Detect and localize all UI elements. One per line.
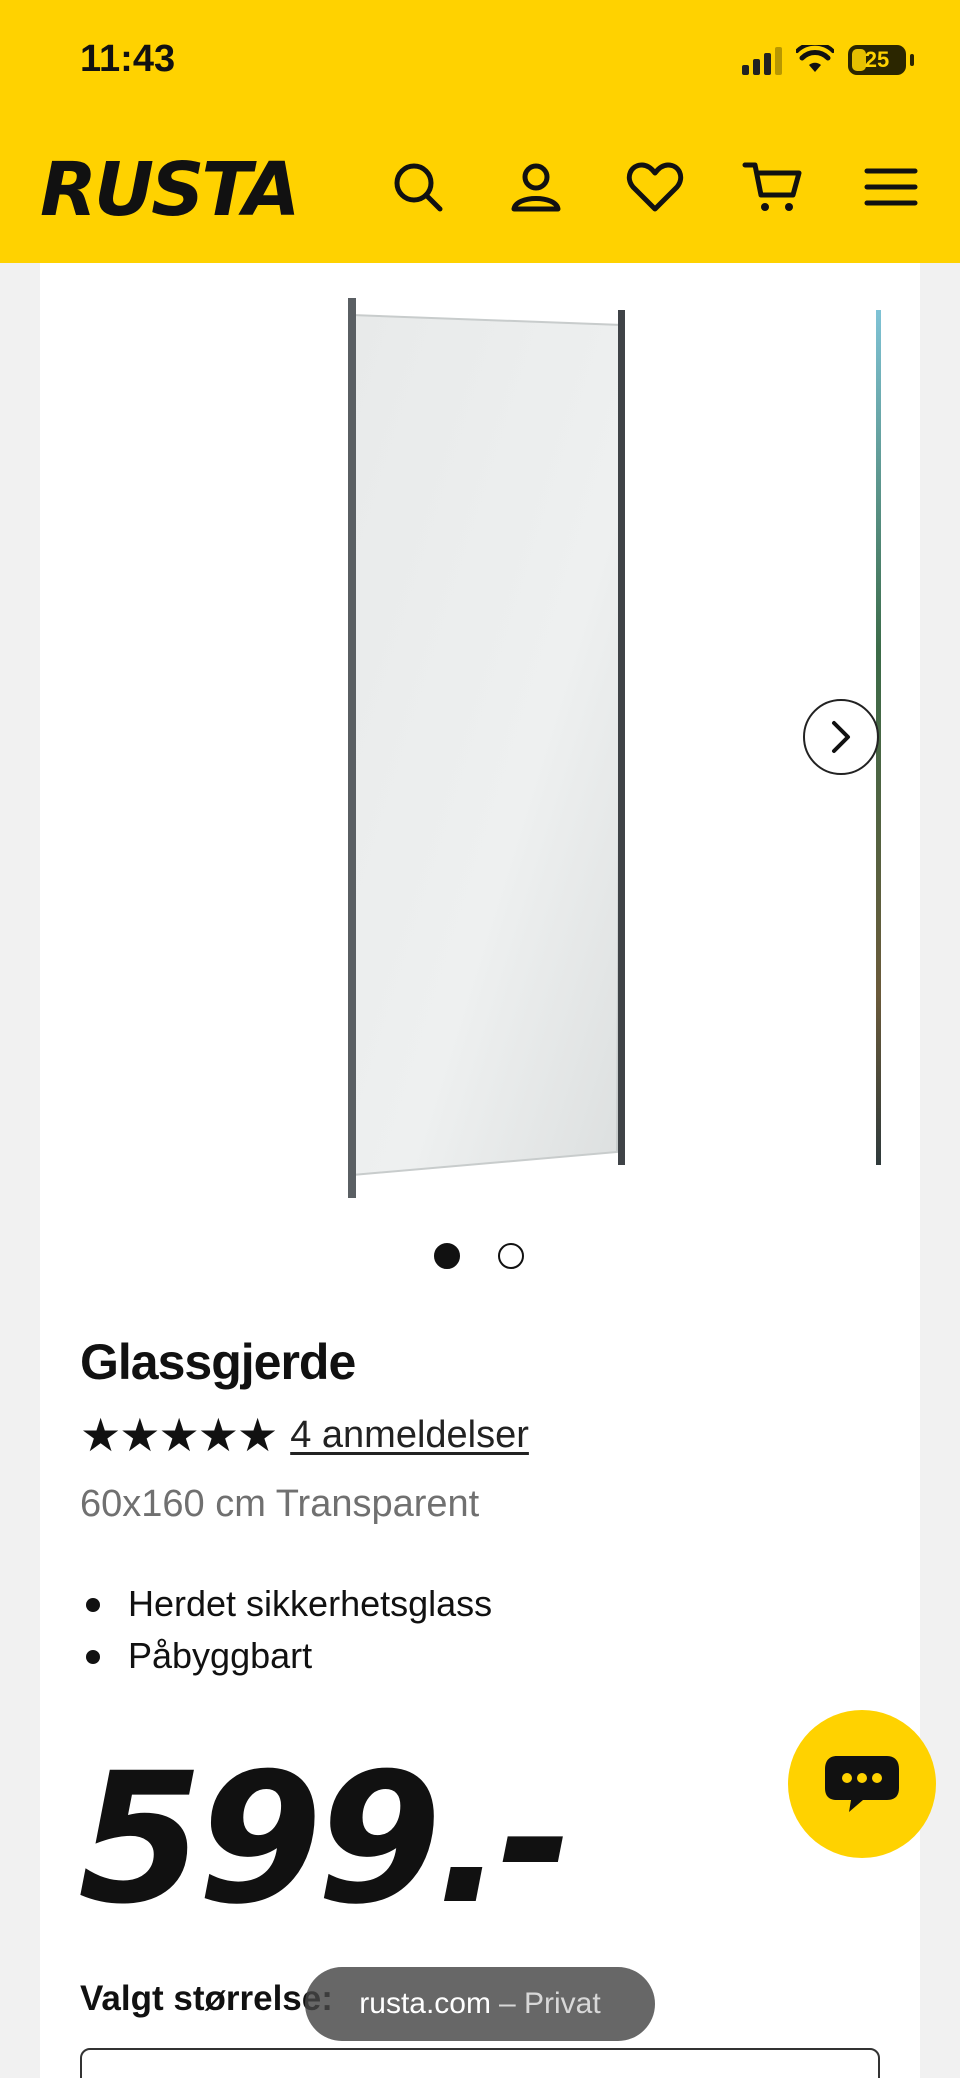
star-rating-icon: ★★★★★ <box>80 1409 278 1461</box>
private-mode-label: – Privat <box>499 1987 601 2020</box>
carousel-dot[interactable] <box>498 1243 524 1269</box>
product-variant: 60x160 cm Transparent <box>80 1483 480 1525</box>
carousel-pagination <box>434 1243 524 1269</box>
carousel-dot[interactable] <box>434 1243 460 1269</box>
browser-domain: rusta.com <box>359 1987 491 2020</box>
chat-bubble-icon <box>825 1756 899 1812</box>
cart-icon[interactable] <box>741 155 805 219</box>
product-price: 599.- <box>78 1735 573 1944</box>
product-title: Glassgjerde <box>80 1334 356 1390</box>
feature-item: Herdet sikkerhetsglass <box>80 1578 492 1630</box>
heart-icon[interactable] <box>623 155 687 219</box>
product-rating: ★★★★★ 4 anmeldelser <box>80 1410 529 1460</box>
menu-icon[interactable] <box>859 155 923 219</box>
reviews-link[interactable]: 4 anmeldelser <box>290 1414 529 1457</box>
battery-level: 25 <box>864 47 890 72</box>
status-icons: 25 <box>742 40 914 80</box>
search-icon[interactable] <box>386 155 450 219</box>
status-time: 11:43 <box>80 38 176 80</box>
account-icon[interactable] <box>504 155 568 219</box>
chevron-right-icon <box>832 721 850 753</box>
product-image[interactable] <box>340 290 640 1205</box>
selected-size-label: Valgt størrelse: <box>80 1979 333 2018</box>
rusta-logo[interactable]: RUSTA <box>40 150 300 230</box>
size-select[interactable] <box>80 2048 880 2078</box>
battery-icon: 25 <box>848 45 906 75</box>
chat-button[interactable] <box>788 1710 936 1858</box>
carousel-next-button[interactable] <box>803 699 879 775</box>
feature-item: Påbyggbart <box>80 1630 492 1682</box>
wifi-icon <box>796 45 834 72</box>
browser-address-pill[interactable]: rusta.com – Privat <box>305 1967 655 2041</box>
feature-list: Herdet sikkerhetsglass Påbyggbart <box>80 1578 492 1682</box>
site-header: 11:43 25 RUSTA <box>0 0 960 263</box>
cellular-signal-icon <box>742 45 782 75</box>
